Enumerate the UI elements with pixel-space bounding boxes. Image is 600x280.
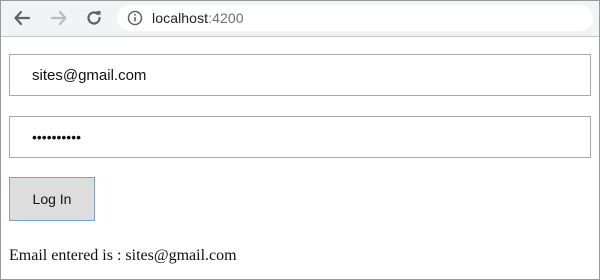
forward-button[interactable] [48, 7, 70, 29]
browser-window: localhost:4200 Log In Email entered is :… [0, 0, 600, 280]
password-input[interactable] [9, 116, 591, 158]
forward-arrow-icon [50, 9, 68, 27]
url-host: localhost [152, 10, 209, 26]
login-button[interactable]: Log In [9, 177, 95, 221]
url-text: localhost:4200 [152, 10, 244, 26]
reload-icon [85, 9, 103, 27]
back-arrow-icon [13, 9, 31, 27]
address-bar[interactable]: localhost:4200 [117, 5, 593, 31]
reload-button[interactable] [83, 7, 105, 29]
email-input[interactable] [9, 54, 591, 96]
back-button[interactable] [11, 7, 33, 29]
url-port: :4200 [208, 10, 244, 26]
email-result-text: Email entered is : sites@gmail.com [9, 247, 237, 264]
browser-toolbar: localhost:4200 [1, 1, 599, 37]
info-icon[interactable] [127, 10, 143, 26]
page-content: Log In Email entered is : sites@gmail.co… [1, 37, 599, 279]
